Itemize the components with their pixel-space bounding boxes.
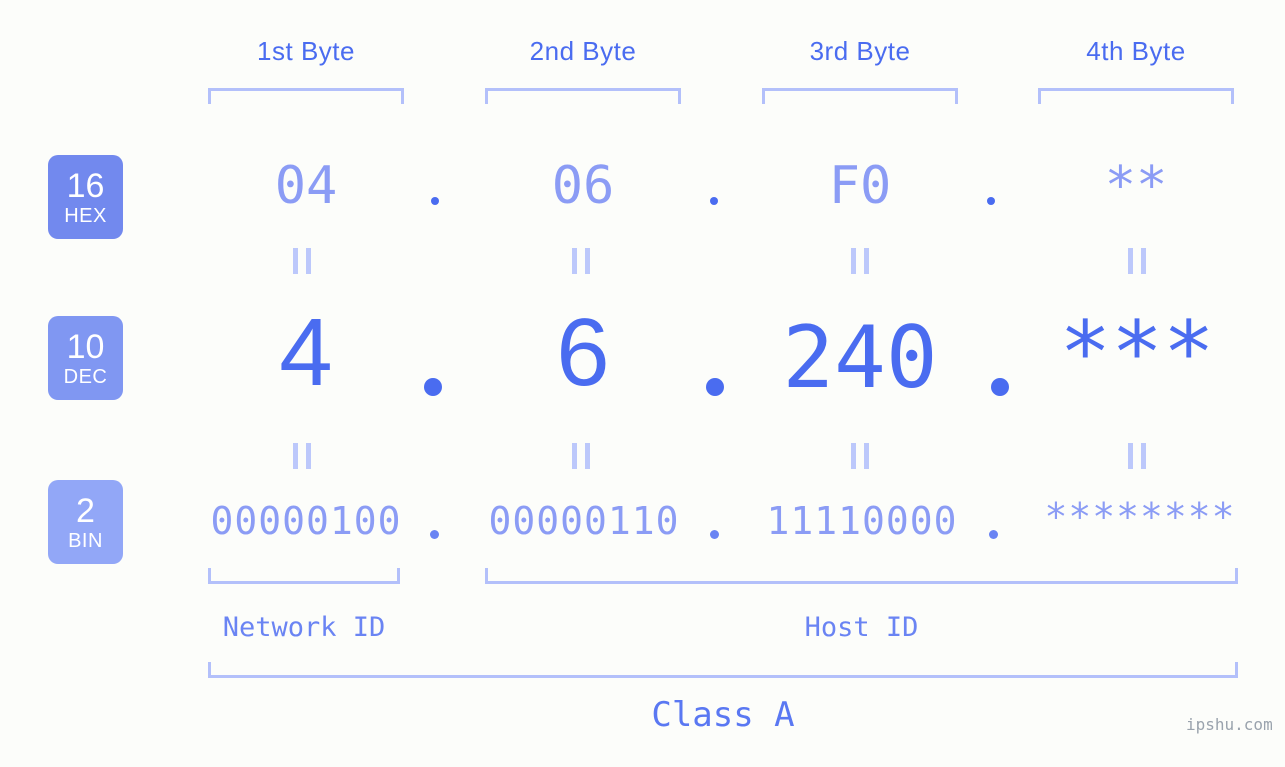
bin-byte-value-3: 11110000	[766, 499, 958, 543]
hex-byte-value-2: 06	[551, 156, 615, 216]
equals-separator-hex-dec-2	[572, 248, 590, 274]
equals-separator-hex-dec-1	[293, 248, 311, 274]
radix-badge-bin-number: 2	[76, 491, 95, 530]
radix-badge-hex-name: HEX	[64, 204, 107, 227]
equals-separator-dec-bin-3	[851, 443, 869, 469]
byte-header-label-2: 2nd Byte	[529, 36, 637, 66]
equals-separator-hex-dec-4	[1128, 248, 1146, 274]
radix-badge-dec-name: DEC	[63, 365, 108, 388]
hex-dot-separator-3	[987, 197, 995, 205]
bin-dot-separator-1	[430, 530, 439, 539]
watermark-label: ipshu.com	[1186, 715, 1273, 734]
dec-byte-value-2: 6	[556, 299, 610, 406]
byte-bracket-top-4	[1038, 88, 1234, 104]
equals-separator-dec-bin-4	[1128, 443, 1146, 469]
network-id-bracket	[208, 568, 400, 584]
bin-byte-value-4: ********	[1044, 495, 1236, 539]
hex-byte-value-4: **	[1104, 156, 1168, 216]
dec-dot-separator-2	[706, 378, 724, 396]
class-label: Class A	[651, 695, 795, 735]
dec-dot-separator-1	[424, 378, 442, 396]
ip-address-breakdown-diagram: 1st Byte 2nd Byte 3rd Byte 4th Byte 16 H…	[0, 0, 1285, 767]
host-id-bracket	[485, 568, 1238, 584]
equals-separator-dec-bin-1	[293, 443, 311, 469]
dec-byte-value-3: 240	[782, 308, 938, 408]
radix-badge-dec: 10 DEC	[48, 316, 123, 400]
byte-bracket-top-3	[762, 88, 958, 104]
hex-byte-value-1: 04	[274, 156, 338, 216]
host-id-label: Host ID	[804, 612, 919, 643]
network-id-label: Network ID	[222, 612, 386, 643]
equals-separator-hex-dec-3	[851, 248, 869, 274]
hex-byte-value-3: F0	[828, 156, 892, 216]
byte-header-label-3: 3rd Byte	[809, 36, 911, 66]
bin-dot-separator-2	[710, 530, 719, 539]
byte-bracket-top-1	[208, 88, 404, 104]
bin-byte-value-2: 00000110	[488, 499, 680, 543]
dec-dot-separator-3	[991, 378, 1009, 396]
byte-header-label-4: 4th Byte	[1086, 36, 1186, 66]
radix-badge-hex: 16 HEX	[48, 155, 123, 239]
hex-dot-separator-1	[431, 197, 439, 205]
hex-dot-separator-2	[710, 197, 718, 205]
dec-byte-value-1: 4	[279, 299, 333, 406]
radix-badge-dec-number: 10	[66, 327, 105, 366]
byte-header-label-1: 1st Byte	[257, 36, 355, 66]
bin-byte-value-1: 00000100	[210, 499, 402, 543]
byte-bracket-top-2	[485, 88, 681, 104]
radix-badge-bin-name: BIN	[68, 529, 103, 552]
class-bracket	[208, 662, 1238, 678]
dec-byte-value-4: ***	[1059, 303, 1215, 403]
equals-separator-dec-bin-2	[572, 443, 590, 469]
radix-badge-bin: 2 BIN	[48, 480, 123, 564]
bin-dot-separator-3	[989, 530, 998, 539]
radix-badge-hex-number: 16	[66, 166, 105, 205]
